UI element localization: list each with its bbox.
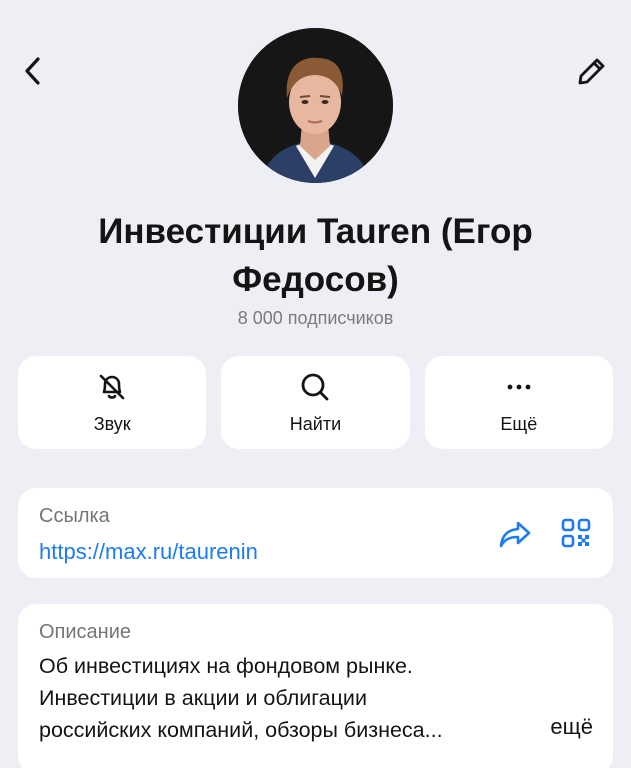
bell-off-icon	[99, 374, 125, 400]
channel-link[interactable]: https://max.ru/taurenin	[39, 539, 258, 565]
description-line: Инвестиции в акции и облигации	[39, 686, 367, 710]
pencil-icon	[578, 58, 605, 85]
search-icon	[302, 373, 329, 401]
sound-label: Звук	[93, 414, 131, 434]
channel-title: Инвестиции Tauren (Егор Федосов)	[98, 212, 533, 299]
description-card-title: Описание	[39, 621, 132, 643]
qr-code-icon	[561, 518, 591, 548]
description-more-link[interactable]: ещё	[550, 714, 593, 740]
channel-avatar[interactable]	[238, 28, 393, 183]
edit-button[interactable]	[571, 50, 613, 92]
more-label: Ещё	[500, 414, 538, 434]
share-icon	[499, 521, 531, 548]
link-card-title: Ссылка	[39, 505, 110, 527]
subscriber-count: 8 000 подписчиков	[237, 308, 394, 328]
search-button[interactable]: Найти	[221, 356, 410, 449]
qr-code-button[interactable]	[559, 516, 593, 550]
link-card: Ссылка https://max.ru/taurenin	[18, 488, 613, 578]
back-button[interactable]	[12, 50, 54, 92]
description-line: российских компаний, обзоры бизнеса...	[39, 718, 443, 742]
channel-profile-screen: Инвестиции Tauren (Егор Федосов) 8 000 п…	[0, 0, 631, 768]
avatar-photo	[238, 28, 393, 183]
more-icon	[507, 384, 531, 390]
description-text: Об инвестициях на фондовом рынке. Инвест…	[39, 650, 529, 746]
search-label: Найти	[289, 414, 342, 434]
sound-button[interactable]: Звук	[18, 356, 207, 449]
description-line: Об инвестициях на фондовом рынке.	[39, 654, 413, 678]
chevron-left-icon	[25, 57, 40, 85]
actions-row: Звук Найти Ещё	[18, 356, 613, 449]
description-card: Описание Об инвестициях на фондовом рынк…	[18, 604, 613, 768]
more-button[interactable]: Ещё	[424, 356, 613, 449]
share-button[interactable]	[497, 516, 533, 552]
